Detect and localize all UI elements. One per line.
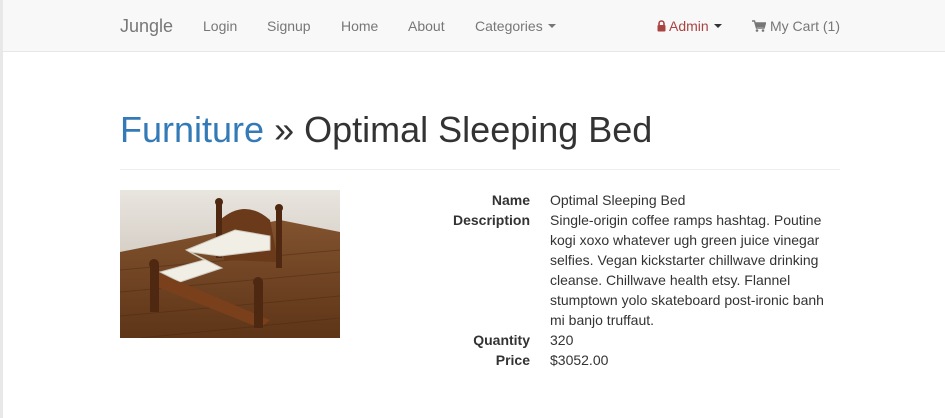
price-value: $3052.00: [550, 352, 609, 368]
nav-home[interactable]: Home: [341, 17, 378, 35]
price-label: Price: [495, 352, 530, 368]
nav-cart[interactable]: My Cart (1): [752, 17, 840, 35]
lock-icon: [657, 20, 666, 32]
top-navbar: Jungle Login Signup Home About Categorie…: [3, 0, 945, 52]
caret-down-icon: [713, 24, 722, 29]
description-value: Single-origin coffee ramps hashtag. Pout…: [550, 212, 824, 328]
caret-down-icon: [547, 24, 556, 29]
nav-about[interactable]: About: [408, 17, 445, 35]
quantity-value: 320: [550, 332, 574, 348]
nav-admin-label: Admin: [669, 18, 709, 34]
description-label: Description: [452, 212, 530, 228]
brand-link[interactable]: Jungle: [120, 14, 173, 38]
product-title: Optimal Sleeping Bed: [304, 109, 653, 150]
page-header: Furniture » Optimal Sleeping Bed: [120, 108, 840, 170]
nav-categories-label: Categories: [475, 18, 543, 34]
detail-row-name: Name Optimal Sleeping Bed: [420, 190, 840, 210]
product-image: [120, 190, 340, 338]
page-title: Furniture » Optimal Sleeping Bed: [120, 108, 840, 152]
detail-row-description: Description Single-origin coffee ramps h…: [420, 210, 840, 330]
category-breadcrumb-link[interactable]: Furniture: [120, 109, 264, 150]
shopping-cart-icon: [752, 20, 766, 32]
name-label: Name: [491, 192, 530, 208]
detail-row-price: Price $3052.00: [420, 350, 840, 370]
product-details: Name Optimal Sleeping Bed Description Si…: [420, 190, 840, 370]
nav-cart-label: My Cart (1): [770, 18, 840, 34]
nav-categories-dropdown[interactable]: Categories: [475, 17, 556, 35]
name-value: Optimal Sleeping Bed: [550, 192, 686, 208]
page-left-edge: [0, 0, 3, 418]
nav-login[interactable]: Login: [203, 17, 237, 35]
breadcrumb-separator: »: [274, 109, 295, 150]
nav-admin-dropdown[interactable]: Admin: [657, 17, 722, 35]
quantity-label: Quantity: [473, 332, 530, 348]
detail-row-quantity: Quantity 320: [420, 330, 840, 350]
nav-signup[interactable]: Signup: [267, 17, 311, 35]
